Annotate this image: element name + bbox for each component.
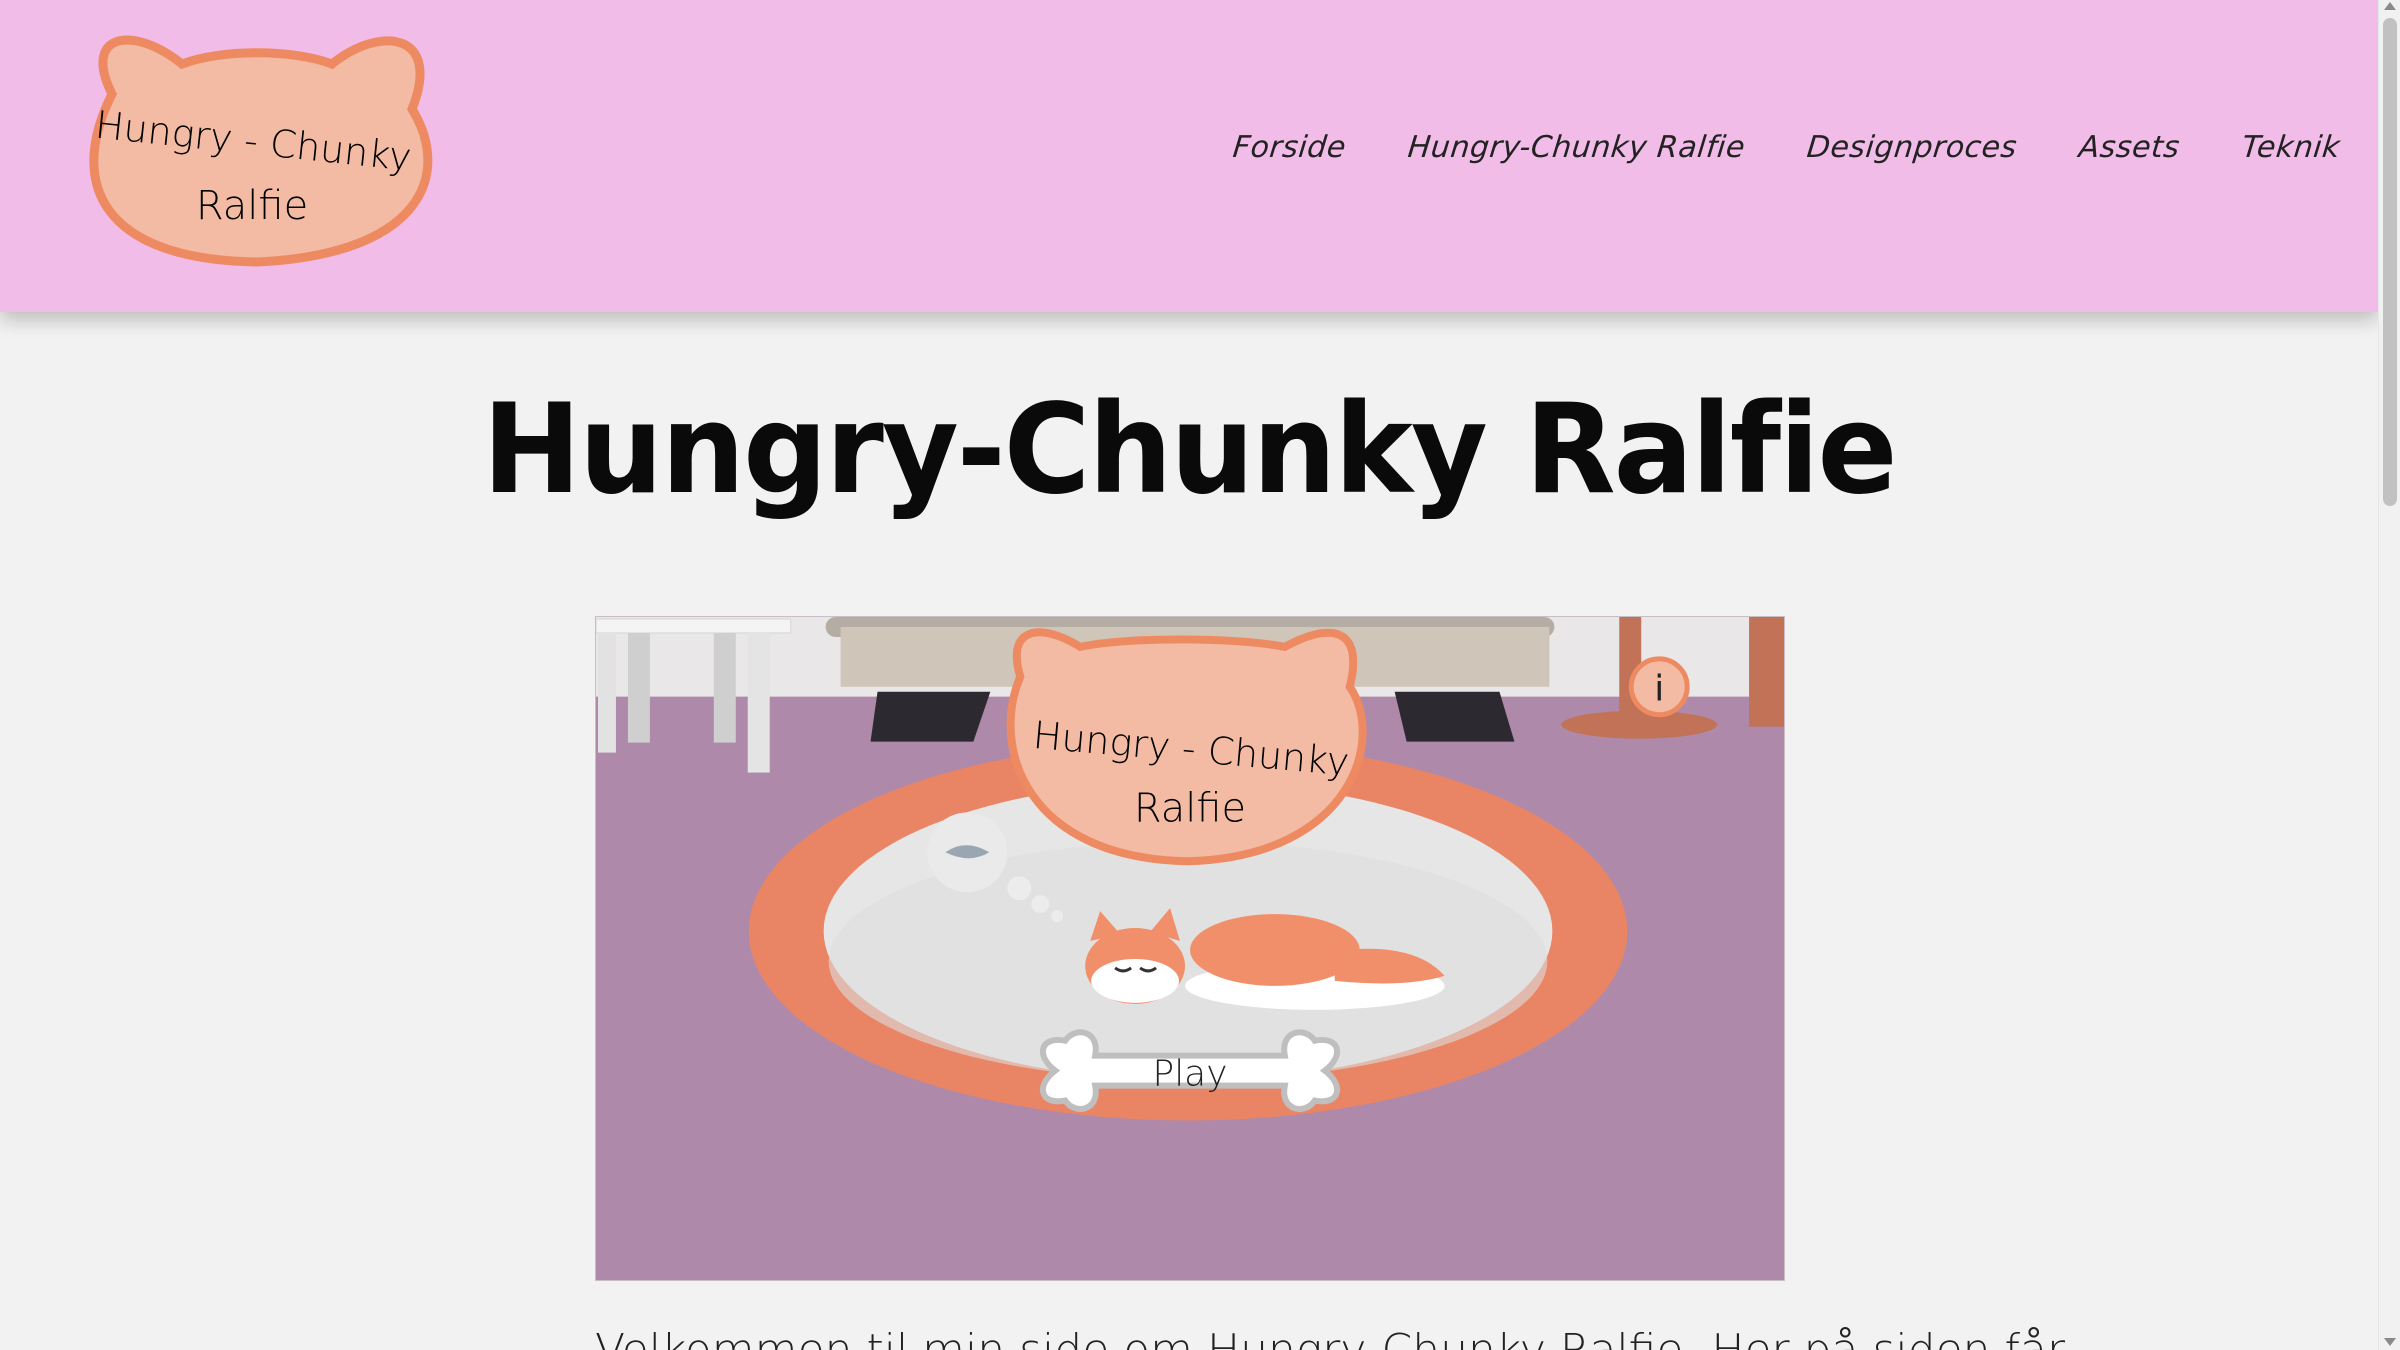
nav-item-teknik[interactable]: Teknik — [2240, 130, 2342, 165]
intro-paragraph: Velkommen til min side om Hungry-Chunky … — [595, 1325, 2065, 1350]
vertical-scrollbar[interactable] — [2378, 0, 2400, 1350]
nav-item-assets[interactable]: Assets — [2077, 130, 2181, 165]
nav-item-hungry-chunky-ralfie[interactable]: Hungry-Chunky Ralfie — [1406, 130, 1747, 165]
info-button[interactable]: i — [1628, 656, 1690, 718]
site-header: Hungry - Chunky Ralfie Forside Hungry-Ch… — [0, 0, 2378, 312]
main-nav: Forside Hungry-Chunky Ralfie Designproce… — [1231, 130, 2342, 165]
svg-text:Ralfie: Ralfie — [1134, 785, 1246, 831]
site-logo[interactable]: Hungry - Chunky Ralfie — [72, 24, 444, 268]
game-logo: Hungry - Chunky Ralfie — [1006, 628, 1367, 866]
nav-item-forside[interactable]: Forside — [1231, 130, 1348, 165]
scroll-down-arrow-icon[interactable] — [2384, 1338, 2396, 1346]
scroll-thumb[interactable] — [2383, 18, 2397, 506]
svg-text:Ralfie: Ralfie — [196, 183, 308, 229]
info-icon: i — [1654, 669, 1664, 710]
page-title: Hungry-Chunky Ralfie — [482, 376, 1897, 522]
scroll-up-arrow-icon[interactable] — [2384, 2, 2396, 10]
cat-head-logo-icon: Hungry - Chunky Ralfie — [89, 35, 433, 267]
game-canvas[interactable]: i Hungry - Chunky Ralfie Play — [595, 616, 1785, 1281]
svg-text:Play: Play — [1153, 1054, 1228, 1095]
nav-item-designproces[interactable]: Designproces — [1805, 130, 2019, 165]
game-scene: i Hungry - Chunky Ralfie Play — [596, 617, 1784, 1280]
